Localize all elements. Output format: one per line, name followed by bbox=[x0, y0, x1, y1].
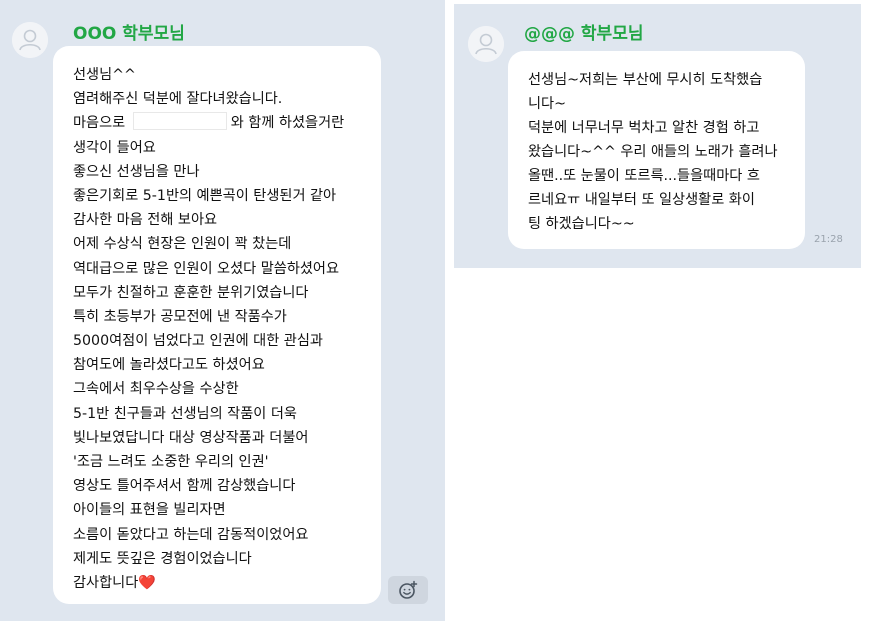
message-line: 생각이 들어요 bbox=[73, 139, 156, 156]
emoji-reaction-button[interactable] bbox=[388, 576, 428, 604]
sender-name: OOO 학부모님 bbox=[73, 24, 185, 44]
message-line: 르네요ㅠ 내일부터 또 일상생활로 화이 bbox=[528, 192, 755, 208]
message-line: 왔습니다~^^ 우리 애들의 노래가 흘려나 bbox=[528, 144, 778, 160]
message-bubble[interactable]: 선생님~저희는 부산에 무시히 도착했습 니다~ 덕분에 너무너무 벅차고 알찬… bbox=[508, 51, 805, 249]
message-timestamp: 21:28 bbox=[814, 234, 843, 245]
message-line: 5000여점이 넘었다고 인권에 대한 관심과 bbox=[73, 333, 323, 350]
message-bubble[interactable]: 선생님^^ 염려해주신 덕분에 잘다녀왔습니다. 마음으로 와 함께 하셨을거란… bbox=[53, 46, 381, 604]
message-line: 팅 하겠습니다~~ bbox=[528, 216, 635, 232]
redacted-name-box bbox=[132, 112, 227, 131]
sender-name: @@@ 학부모님 bbox=[524, 24, 644, 44]
message-line: 빛나보였답니다 대상 영상작품과 더불어 bbox=[73, 429, 309, 446]
message-line: 그속에서 최우수상을 수상한 bbox=[73, 381, 239, 398]
message-line: 올땐..또 눈물이 또르륵...들을때마다 흐 bbox=[528, 168, 760, 184]
message-line: 마음으로 와 함께 하셨을거란 bbox=[73, 111, 365, 135]
message-line: 특히 초등부가 공모전에 낸 작품수가 bbox=[73, 308, 287, 325]
message-line: 참여도에 놀라셨다고도 하셨어요 bbox=[73, 357, 265, 374]
message-line: 감사합니다❤️ bbox=[73, 574, 156, 591]
message-line: 제게도 뜻깊은 경험이었습니다 bbox=[73, 550, 252, 567]
message-line: '조금 느려도 소중한 우리의 인권' bbox=[73, 454, 269, 470]
message-line: 모두가 친절하고 훈훈한 분위기였습니다 bbox=[73, 284, 309, 301]
left-chat-panel: OOO 학부모님 선생님^^ 염려해주신 덕분에 잘다녀왔습니다. 마음으로 와… bbox=[0, 0, 445, 621]
message-line: 염려해주신 덕분에 잘다녀왔습니다. bbox=[73, 91, 283, 108]
message-line: 아이들의 표현을 빌리자면 bbox=[73, 502, 226, 519]
profile-avatar-icon[interactable] bbox=[12, 22, 48, 58]
message-line: 니다~ bbox=[528, 96, 566, 112]
message-line: 좋은기회로 5-1반의 예쁜곡이 탄생된거 같아 bbox=[73, 187, 337, 204]
profile-avatar-icon[interactable] bbox=[468, 26, 504, 62]
message-line: 감사한 마음 전해 보아요 bbox=[73, 212, 218, 229]
message-line: 좋으신 선생님을 만나 bbox=[73, 163, 200, 180]
message-line: 5-1반 친구들과 선생님의 작품이 더욱 bbox=[73, 405, 297, 422]
message-line: 소름이 돋았다고 하는데 감동적이었어요 bbox=[73, 526, 309, 543]
message-line: 덕분에 너무너무 벅차고 알찬 경험 하고 bbox=[528, 120, 760, 136]
smiley-plus-icon bbox=[399, 580, 418, 599]
message-line: 어제 수상식 현장은 인원이 꽉 찼는데 bbox=[73, 236, 292, 253]
message-line: 선생님^^ bbox=[73, 67, 136, 83]
message-line: 영상도 틀어주셔서 함께 감상했습니다 bbox=[73, 478, 296, 495]
right-chat-panel: @@@ 학부모님 선생님~저희는 부산에 무시히 도착했습 니다~ 덕분에 너무… bbox=[454, 4, 861, 268]
message-line: 선생님~저희는 부산에 무시히 도착했습 bbox=[528, 72, 763, 88]
message-line: 역대급으로 많은 인원이 오셨다 말씀하셨어요 bbox=[73, 260, 340, 277]
